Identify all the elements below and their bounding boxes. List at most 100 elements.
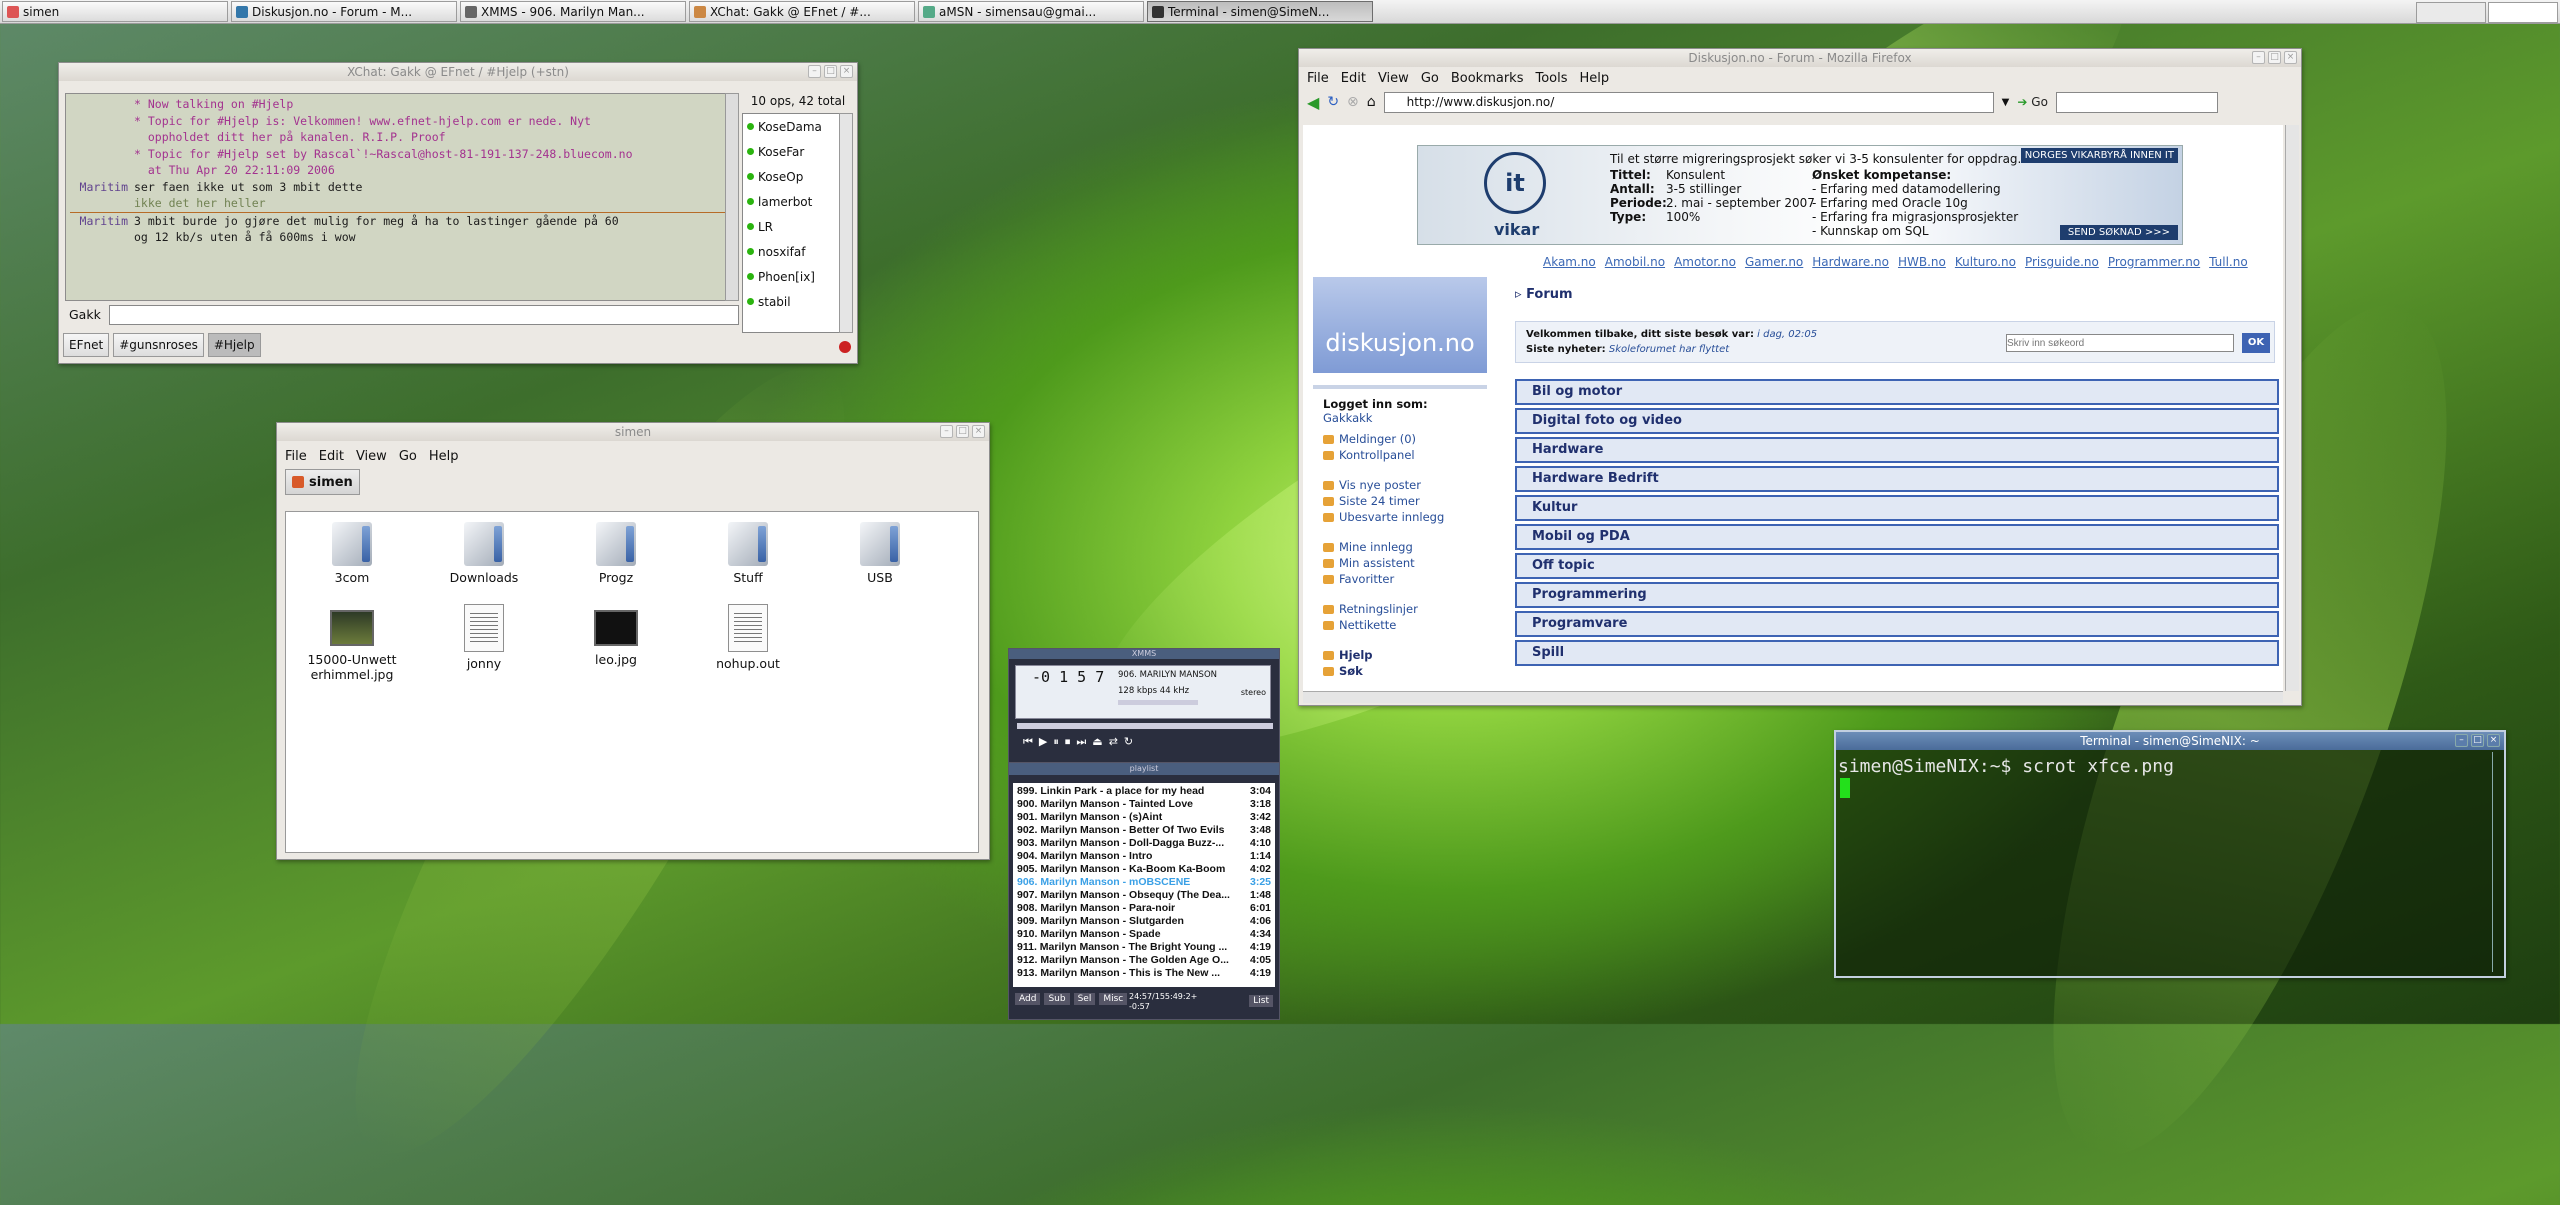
url-bar[interactable]: http://www.diskusjon.no/: [1383, 91, 1994, 113]
sidebar-link[interactable]: Meldinger (0): [1323, 431, 1477, 447]
terminal-output[interactable]: simen@SimeNIX:~$ scrot xfce.png: [1836, 750, 2504, 783]
forum-category[interactable]: Programmering: [1515, 582, 2279, 608]
forum-category[interactable]: Programvare: [1515, 611, 2279, 637]
forum-category[interactable]: Kultur: [1515, 495, 2279, 521]
playlist-button[interactable]: Sub: [1044, 993, 1070, 1005]
workspace-1[interactable]: [2416, 1, 2486, 23]
xchat-scrollbar[interactable]: [725, 93, 739, 301]
playlist-item[interactable]: 905. Marilyn Manson - Ka-Boom Ka-Boom 4:0…: [1013, 863, 1275, 876]
terminal-titlebar[interactable]: Terminal - simen@SimeNIX: ~ – □ ×: [1836, 732, 2504, 750]
user-list-item[interactable]: stabil: [743, 289, 851, 314]
menu-item[interactable]: Help: [1580, 71, 1610, 86]
playlist-item[interactable]: 906. Marilyn Manson - mOBSCENE 3:25: [1013, 876, 1275, 889]
playlist-list-button[interactable]: List: [1249, 995, 1273, 1007]
xchat-nick-label[interactable]: Gakk: [69, 307, 101, 322]
menu-item[interactable]: Help: [429, 449, 459, 464]
playlist-button[interactable]: Add: [1015, 993, 1041, 1005]
close-tab-icon[interactable]: [839, 341, 851, 353]
xchat-titlebar[interactable]: XChat: Gakk @ EFnet / #Hjelp (+stn) – □ ×: [59, 63, 857, 81]
minimize-icon[interactable]: –: [940, 425, 953, 438]
path-button[interactable]: simen: [285, 469, 360, 495]
network-link[interactable]: Amotor.no: [1674, 255, 1736, 269]
maximize-icon[interactable]: □: [2471, 734, 2484, 747]
user-list-item[interactable]: KoseOp: [743, 164, 851, 189]
playlist-item[interactable]: 910. Marilyn Manson - Spade 4:34: [1013, 928, 1275, 941]
forum-category[interactable]: Hardware: [1515, 437, 2279, 463]
play-icon[interactable]: ▶: [1039, 735, 1047, 749]
sidebar-link[interactable]: Mine innlegg: [1323, 539, 1477, 555]
filemanager-titlebar[interactable]: simen – □ ×: [277, 423, 989, 441]
user-list-item[interactable]: KoseDama: [743, 114, 851, 139]
forum-category[interactable]: Spill: [1515, 640, 2279, 666]
playlist-item[interactable]: 902. Marilyn Manson - Better Of Two Evil…: [1013, 824, 1275, 837]
sidebar-link[interactable]: Nettikette: [1323, 617, 1477, 633]
news-link[interactable]: Skoleforumet har flyttet: [1609, 344, 1729, 355]
user-list-item[interactable]: nosxifaf: [743, 239, 851, 264]
shuffle-icon[interactable]: ⇄: [1109, 735, 1118, 749]
next-icon[interactable]: ⏭: [1076, 735, 1086, 749]
forum-category[interactable]: Hardware Bedrift: [1515, 466, 2279, 492]
sidebar-link[interactable]: Ubesvarte innlegg: [1323, 509, 1477, 525]
channel-tab[interactable]: #Hjelp: [207, 333, 261, 357]
file-item[interactable]: Downloads: [438, 522, 530, 585]
file-item[interactable]: jonny: [438, 604, 530, 671]
playlist-button[interactable]: Misc: [1099, 993, 1128, 1005]
playlist-item[interactable]: 904. Marilyn Manson - Intro 1:14: [1013, 850, 1275, 863]
sidebar-link[interactable]: Min assistent: [1323, 555, 1477, 571]
terminal-scrollbar[interactable]: [2492, 752, 2502, 972]
playlist-titlebar[interactable]: playlist: [1009, 763, 1279, 775]
eject-icon[interactable]: ⏏: [1092, 735, 1102, 749]
file-item[interactable]: USB: [834, 522, 926, 585]
user-list-item[interactable]: Phoen[ix]: [743, 264, 851, 289]
menu-item[interactable]: Bookmarks: [1451, 71, 1524, 86]
file-item[interactable]: Progz: [570, 522, 662, 585]
sidebar-link[interactable]: Hjelp: [1323, 647, 1477, 663]
xmms-titlebar[interactable]: XMMS: [1009, 649, 1279, 659]
playlist-item[interactable]: 907. Marilyn Manson - Obsequy (The Dea..…: [1013, 889, 1275, 902]
menu-item[interactable]: View: [1378, 71, 1409, 86]
network-link[interactable]: Akam.no: [1543, 255, 1596, 269]
taskbar-button[interactable]: XMMS - 906. Marilyn Man...: [460, 1, 686, 22]
firefox-scrollbar[interactable]: [2285, 125, 2299, 691]
playlist-item[interactable]: 901. Marilyn Manson - (s)Aint 3:42: [1013, 811, 1275, 824]
breadcrumb[interactable]: ▹ Forum: [1515, 287, 1573, 302]
user-list-item[interactable]: LR: [743, 214, 851, 239]
network-link[interactable]: Tull.no: [2209, 255, 2248, 269]
site-logo[interactable]: diskusjon.no: [1313, 277, 1487, 373]
sidebar-link[interactable]: Søk: [1323, 663, 1477, 679]
sidebar-link[interactable]: Favoritter: [1323, 571, 1477, 587]
repeat-icon[interactable]: ↻: [1124, 735, 1133, 749]
file-item[interactable]: nohup.out: [702, 604, 794, 671]
forum-category[interactable]: Mobil og PDA: [1515, 524, 2279, 550]
pause-icon[interactable]: ⏸: [1053, 735, 1059, 749]
xchat-input[interactable]: [109, 305, 739, 325]
file-item[interactable]: 15000-Unwetterhimmel.jpg: [306, 604, 398, 682]
network-link[interactable]: Gamer.no: [1745, 255, 1803, 269]
ad-banner[interactable]: it vikar Til et større migreringsprosjek…: [1417, 145, 2183, 245]
menu-item[interactable]: File: [1307, 71, 1329, 86]
playlist-item[interactable]: 912. Marilyn Manson - The Golden Age O..…: [1013, 954, 1275, 967]
close-icon[interactable]: ×: [840, 65, 853, 78]
minimize-icon[interactable]: –: [2455, 734, 2468, 747]
file-view[interactable]: 3com Downloads Progz Stuff USB 15000-Unwetter…: [285, 511, 979, 853]
forum-category[interactable]: Bil og motor: [1515, 379, 2279, 405]
sidebar-link[interactable]: Retningslinjer: [1323, 601, 1477, 617]
close-icon[interactable]: ×: [2487, 734, 2500, 747]
file-item[interactable]: 3com: [306, 522, 398, 585]
menu-item[interactable]: Edit: [319, 449, 344, 464]
close-icon[interactable]: ×: [2284, 51, 2297, 64]
file-item[interactable]: leo.jpg: [570, 604, 662, 667]
workspace-2[interactable]: [2488, 1, 2558, 23]
network-link[interactable]: Amobil.no: [1605, 255, 1665, 269]
taskbar-button[interactable]: simen: [2, 1, 228, 22]
firefox-hscrollbar[interactable]: [1303, 691, 2283, 703]
go-button[interactable]: ➔ Go: [2017, 95, 2048, 109]
taskbar-button[interactable]: aMSN - simensau@gmai...: [918, 1, 1144, 22]
playlist-item[interactable]: 908. Marilyn Manson - Para-noir 6:01: [1013, 902, 1275, 915]
channel-tab[interactable]: #gunsnroses: [113, 333, 204, 357]
playlist-item[interactable]: 899. Linkin Park - a place for my head 3:…: [1013, 785, 1275, 798]
prev-icon[interactable]: ⏮: [1023, 735, 1033, 749]
firefox-titlebar[interactable]: Diskusjon.no - Forum - Mozilla Firefox –…: [1299, 49, 2301, 67]
home-icon[interactable]: ⌂: [1367, 94, 1376, 110]
maximize-icon[interactable]: □: [956, 425, 969, 438]
